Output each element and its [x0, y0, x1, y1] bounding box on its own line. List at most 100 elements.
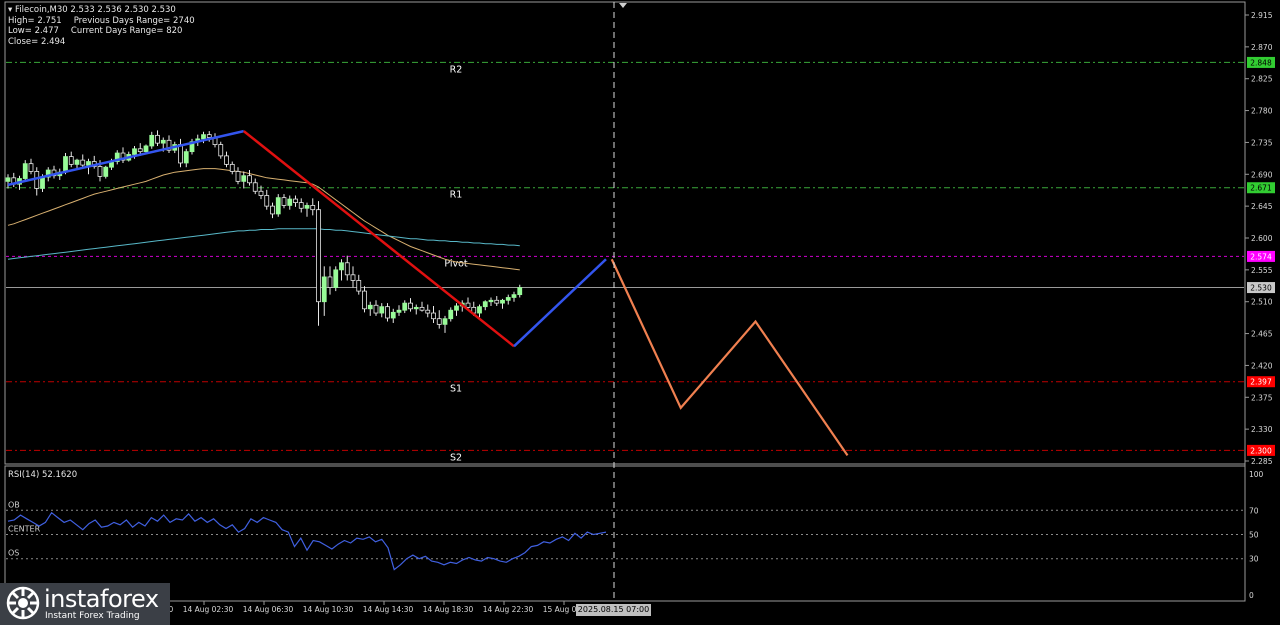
rsi-level-label-os: OS: [8, 549, 19, 558]
candle: [51, 165, 57, 179]
candle: [298, 198, 304, 213]
candle: [103, 165, 109, 179]
candle: [396, 305, 402, 316]
candle-body: [281, 197, 287, 206]
candle-body: [137, 148, 143, 153]
candle: [114, 150, 120, 165]
candle-body: [333, 269, 339, 288]
candle: [149, 131, 155, 149]
candle-body: [310, 205, 316, 211]
pivot-levels: R22.848R12.671Pivot2.574S12.397S22.3002.…: [6, 56, 1275, 463]
price-tick-label: 2.510: [1251, 298, 1273, 307]
main-panel-frame: [4, 1, 1246, 465]
candle-body: [132, 148, 137, 155]
time-tick-label: 14 Aug 18:30: [423, 605, 474, 614]
rsi-indicator-label: RSI(14) 52.1620: [8, 470, 78, 480]
candle: [390, 308, 396, 323]
candle: [212, 133, 218, 148]
symbol-line: Filecoin,M30 2.533 2.536 2.530 2.530: [14, 5, 176, 15]
candle: [367, 301, 373, 316]
candle-body: [344, 262, 350, 276]
candle-body: [362, 290, 367, 310]
candle: [339, 259, 344, 281]
candle: [218, 141, 224, 159]
candle: [488, 297, 494, 306]
rsi-line: [7, 511, 607, 571]
candle: [189, 138, 195, 155]
candle-body: [511, 294, 517, 298]
candle: [270, 202, 275, 219]
candle-body: [385, 306, 390, 319]
candle-body: [5, 177, 11, 182]
candle-body: [465, 302, 471, 308]
candle-body: [97, 166, 103, 177]
candle: [362, 286, 367, 313]
candle-body: [505, 297, 511, 301]
candle: [310, 198, 316, 216]
candle-body: [218, 144, 224, 157]
candle-body: [63, 156, 68, 173]
candle-body: [178, 144, 183, 164]
candle: [155, 130, 160, 146]
candle: [80, 154, 86, 168]
candle-body: [327, 276, 333, 288]
candle: [373, 300, 379, 316]
candle: [293, 195, 298, 207]
rsi-tick-label: 0: [1249, 591, 1254, 600]
candle: [477, 304, 482, 318]
candle: [5, 174, 11, 189]
level-label-r1: R1: [450, 190, 463, 201]
price-tick-label: 2.330: [1251, 425, 1273, 434]
candle: [454, 303, 459, 316]
level-label-s1: S1: [450, 384, 462, 395]
logo-tagline: Instant Forex Trading: [45, 611, 140, 621]
candle: [281, 194, 287, 209]
level-price-r1: 2.671: [1250, 184, 1272, 193]
price-tick-label: 2.600: [1251, 234, 1273, 243]
candle-body: [206, 134, 212, 138]
time-tick-label: 14 Aug 10:30: [303, 605, 354, 614]
candle-body: [396, 309, 402, 313]
low-value: Low= 2.477: [8, 26, 59, 36]
level-price-r2: 2.848: [1250, 58, 1272, 67]
price-tick-label: 2.870: [1251, 43, 1273, 52]
candle: [22, 160, 28, 182]
candle: [442, 315, 448, 333]
price-tick-label: 2.555: [1251, 266, 1273, 275]
candle: [385, 303, 390, 322]
candle: [333, 266, 339, 292]
level-price-s1: 2.397: [1250, 378, 1272, 387]
price-tick-label: 2.825: [1251, 75, 1273, 84]
close-value: Close= 2.494: [8, 36, 66, 47]
price-tick-label: 2.465: [1251, 330, 1273, 339]
level-price-s2: 2.300: [1250, 446, 1272, 455]
candle-body: [390, 311, 396, 319]
chart-canvas[interactable]: R22.848R12.671Pivot2.574S12.397S22.3002.…: [0, 0, 1280, 625]
ohlc-info: ▾ Filecoin,M30 2.533 2.536 2.530 2.530 H…: [8, 5, 195, 47]
price-tick-label: 2.420: [1251, 361, 1273, 370]
candle-body: [229, 163, 235, 172]
trend-line-red: [242, 130, 515, 348]
crosshair-datetime: 2025.08.15 07:00: [576, 604, 651, 616]
candle-body: [431, 312, 436, 320]
candle-body: [241, 175, 247, 182]
candle: [304, 202, 310, 217]
candle-body: [22, 163, 28, 179]
candle: [344, 255, 350, 281]
time-axis: 13 Aug 22:3014 Aug 02:3014 Aug 06:3014 A…: [123, 601, 594, 614]
candle: [241, 171, 247, 189]
candle-body: [482, 301, 488, 308]
collapse-arrow-icon[interactable]: ▾: [8, 5, 12, 15]
candle: [120, 147, 126, 163]
candle: [287, 195, 293, 210]
candle: [431, 305, 436, 323]
candle-body: [436, 318, 442, 325]
price-axis: 2.915 2.870 2.825 2.780 2.735 2.690 2.645 2.600…: [1245, 11, 1273, 466]
candle-body: [298, 202, 304, 209]
candle: [34, 167, 40, 196]
candle-body: [252, 182, 258, 192]
candle: [166, 135, 172, 154]
rsi-tick-label: 100: [1249, 470, 1264, 479]
candle: [28, 158, 34, 175]
candle-body: [28, 163, 34, 172]
